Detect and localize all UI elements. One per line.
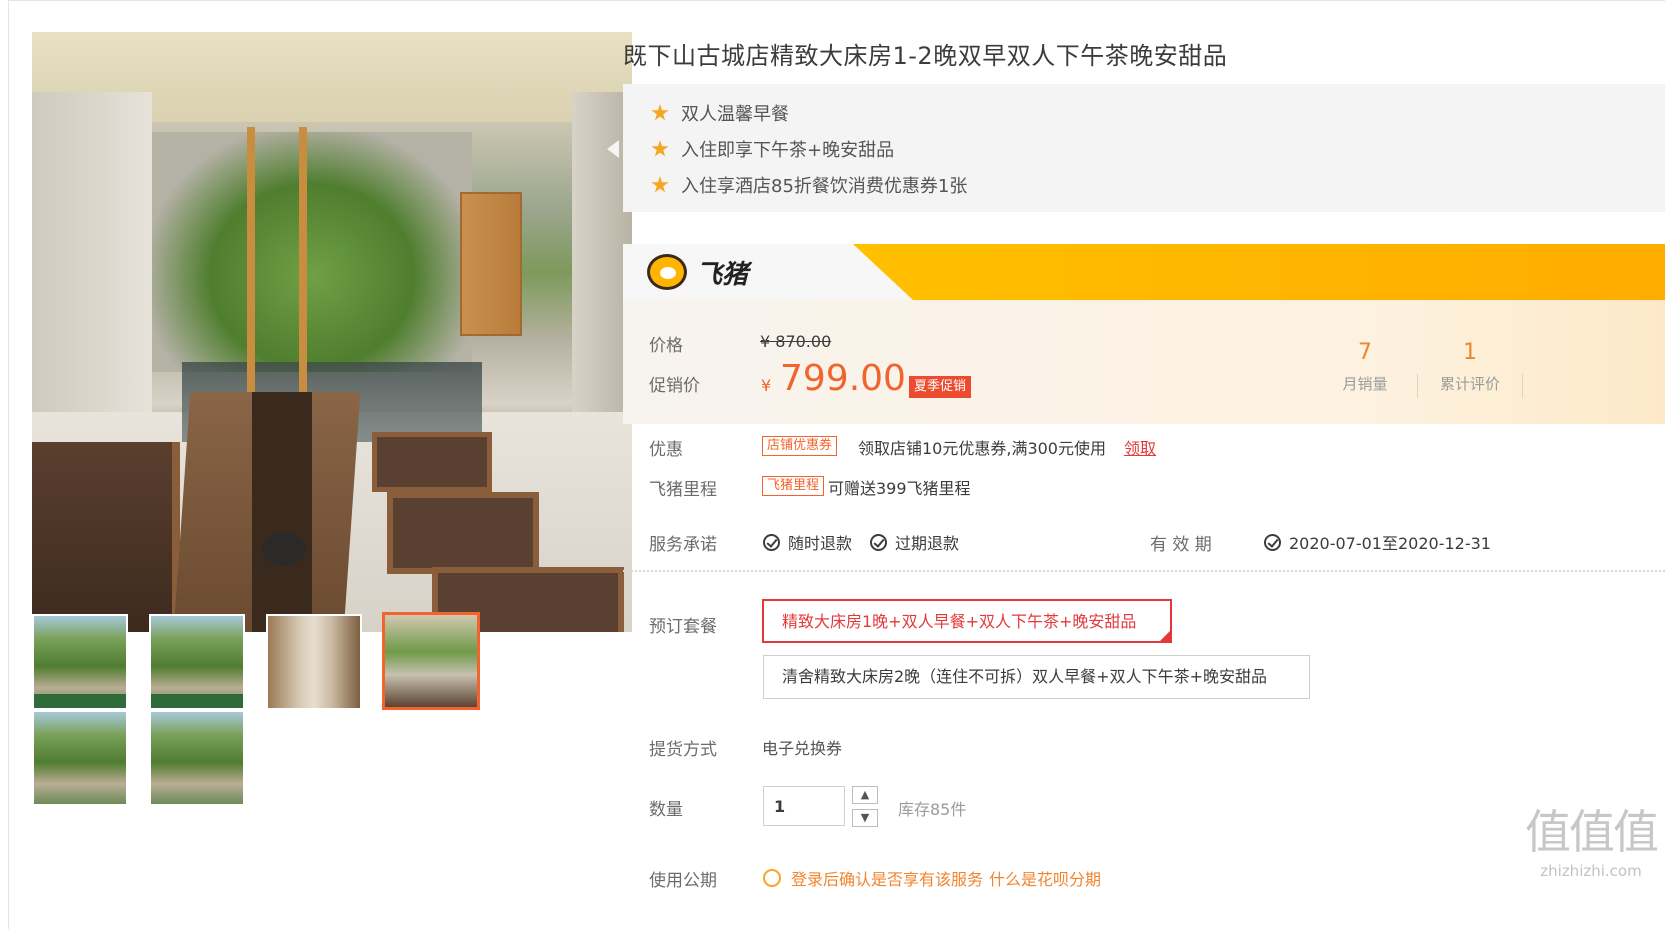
delivery-value: 电子兑换券 <box>762 739 843 758</box>
feature-item: 入住即享下午茶+晚安甜品 <box>651 136 894 162</box>
thumbnail-3[interactable] <box>266 614 362 710</box>
fliggy-logo-icon <box>647 254 687 290</box>
package-option-2[interactable]: 清舍精致大床房2晚（连住不可拆）双人早餐+双人下午茶+晚安甜品 <box>763 655 1310 699</box>
service-label: 服务承诺 <box>649 535 717 555</box>
validity-period: 2020-07-01至2020-12-31 <box>1264 530 1491 554</box>
star-icon <box>651 104 669 121</box>
validity-label: 有 效 期 <box>1150 535 1212 555</box>
quantity-increase-button[interactable]: ▲ <box>852 786 878 804</box>
divider <box>623 570 1665 572</box>
package-option-1[interactable]: 精致大床房1晚+双人早餐+双人下午茶+晚安甜品 <box>762 599 1172 643</box>
fliggy-banner: 飞猪 <box>623 244 1665 300</box>
coupon-badge: 店铺优惠券 <box>762 436 838 456</box>
feature-item: 双人温馨早餐 <box>651 100 789 126</box>
promo-badge: 夏季促销 <box>909 376 972 398</box>
miles-label: 飞猪里程 <box>649 480 717 500</box>
main-product-photo <box>32 32 632 632</box>
features-box: 双人温馨早餐 入住即享下午茶+晚安甜品 入住享酒店85折餐饮消费优惠券1张 <box>623 84 1665 212</box>
thumbnail-2[interactable] <box>149 614 245 710</box>
installment-notice: 登录后确认是否享有该服务 什么是花呗分期 <box>763 866 1101 890</box>
coupon-text: 领取店铺10元优惠券,满300元使用 <box>858 439 1106 458</box>
fliggy-brand-name: 飞猪 <box>696 260 749 290</box>
star-icon <box>651 140 669 157</box>
stat-divider <box>1417 374 1418 398</box>
coupon-label: 优惠 <box>649 440 683 460</box>
quantity-label: 数量 <box>649 800 683 820</box>
feature-item: 入住享酒店85折餐饮消费优惠券1张 <box>651 172 967 198</box>
delivery-label: 提货方式 <box>649 740 717 760</box>
promo-price-label: 促销价 <box>649 376 700 396</box>
original-price: ¥ 870.00 <box>760 332 832 351</box>
installment-help-link[interactable]: 什么是花呗分期 <box>989 866 1101 890</box>
product-title: 既下山古城店精致大床房1-2晚双早双人下午茶晚安甜品 <box>623 42 1228 70</box>
installment-label: 使用公期 <box>649 871 717 891</box>
stock-count: 库存85件 <box>898 800 967 819</box>
quantity-input[interactable] <box>763 786 845 826</box>
price-label: 价格 <box>649 336 683 356</box>
watermark: 值值值 zhizhizhi.com <box>1525 805 1659 880</box>
star-icon <box>651 176 669 193</box>
thumbnail-4[interactable] <box>382 612 480 710</box>
total-reviews[interactable]: 1 累计评价 <box>1430 340 1510 394</box>
thumbnail-5[interactable] <box>32 710 128 806</box>
service-refund-anytime: 随时退款 <box>763 530 852 554</box>
check-circle-icon <box>1264 533 1281 551</box>
monthly-sales: 7 月销量 <box>1342 340 1388 393</box>
check-circle-icon <box>763 533 780 551</box>
claim-coupon-link[interactable]: 领取 <box>1124 435 1156 459</box>
currency-symbol: ¥ <box>761 376 772 395</box>
miles-text: 可赠送399飞猪里程 <box>828 479 971 498</box>
stat-divider <box>1522 374 1523 398</box>
miles-badge: 飞猪里程 <box>762 476 825 496</box>
thumbnail-1[interactable] <box>32 614 128 710</box>
features-pointer <box>607 140 619 158</box>
quantity-decrease-button[interactable]: ▼ <box>852 809 878 827</box>
thumbnail-6[interactable] <box>149 710 245 806</box>
check-circle-icon <box>870 533 887 551</box>
package-label: 预订套餐 <box>649 617 717 637</box>
promo-price: 799.00 <box>780 358 906 399</box>
info-circle-icon <box>763 869 781 887</box>
service-refund-expired: 过期退款 <box>870 530 959 554</box>
